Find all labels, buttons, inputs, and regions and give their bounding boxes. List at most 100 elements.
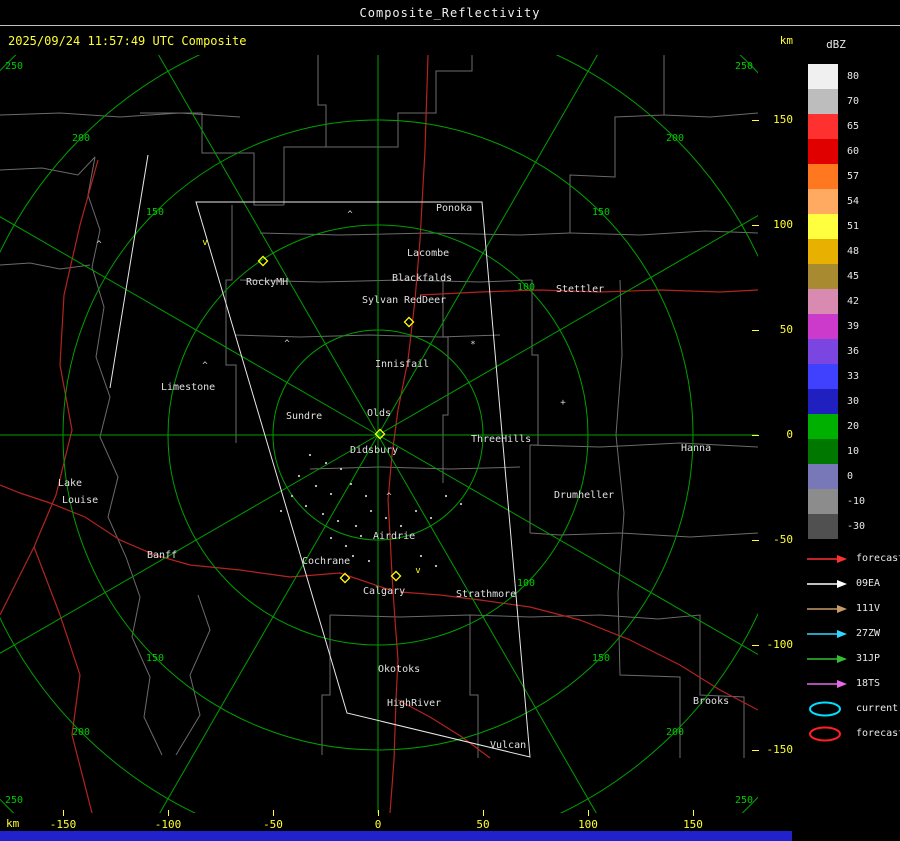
dbz-level-row: 60	[808, 139, 865, 164]
legend-item: 09EA	[806, 571, 900, 596]
city-label: Sylvan	[362, 295, 398, 306]
dbz-color-swatch	[808, 139, 838, 164]
right-axis-tick-label: 0	[786, 428, 793, 441]
dbz-level-row: 36	[808, 339, 865, 364]
dbz-level-row: 54	[808, 189, 865, 214]
radar-map[interactable]: 150 200 250 100 150 200 250 150 200 250 100 150 200 2…	[0, 55, 758, 813]
dbz-level-row: 30	[808, 389, 865, 414]
city-label: Brooks	[693, 696, 729, 707]
city-label: Strathmore	[456, 589, 516, 600]
highway-line	[33, 546, 93, 813]
dbz-value-label: 48	[847, 246, 860, 257]
bottom-axis-tick-label: -150	[49, 818, 77, 831]
county-boundary-line	[140, 112, 284, 206]
status-bar[interactable]	[0, 831, 792, 841]
echo-dot	[351, 554, 355, 558]
legend-arrow-icon	[807, 604, 847, 613]
echo-dot	[367, 559, 371, 563]
dbz-value-label: 70	[847, 96, 860, 107]
product-timestamp: 2025/09/24 11:57:49 UTC Composite	[8, 34, 247, 48]
azimuth-spoke	[0, 216, 379, 436]
county-boundary-line	[321, 615, 331, 755]
echo-dot	[354, 524, 358, 528]
legend-item-label: 27ZW	[856, 628, 881, 639]
dbz-value-label: 54	[847, 196, 860, 207]
dbz-level-row: 33	[808, 364, 865, 389]
city-label: Didsbury	[350, 445, 398, 456]
legend-item: 111V	[806, 596, 900, 621]
dbz-level-row: 57	[808, 164, 865, 189]
map-symbol: *	[470, 340, 475, 350]
echo-dot	[349, 482, 353, 486]
map-symbol: ^	[347, 210, 353, 220]
dbz-level-row: 10	[808, 439, 865, 464]
county-boundary-line	[529, 532, 758, 538]
window-titlebar[interactable]: Composite_Reflectivity	[0, 0, 900, 26]
dbz-color-swatch	[808, 164, 838, 189]
county-boundary-line	[569, 55, 665, 233]
legend-arrow-icon	[807, 554, 847, 563]
dbz-scale-title: dBZ	[826, 38, 846, 51]
county-boundary-line	[225, 205, 237, 443]
echo-dot	[434, 564, 438, 568]
dbz-color-swatch	[808, 439, 838, 464]
city-label: Drumheller	[554, 490, 614, 501]
city-label: Airdrie	[373, 531, 415, 542]
county-boundary-line	[0, 112, 241, 118]
city-label: Limestone	[161, 382, 215, 393]
map-symbol: ^	[96, 240, 102, 250]
dbz-level-row: 20	[808, 414, 865, 439]
dbz-level-row: 51	[808, 214, 865, 239]
dbz-color-swatch	[808, 114, 838, 139]
county-boundary-line	[259, 232, 571, 236]
dbz-value-label: 30	[847, 396, 860, 407]
echo-dot	[314, 484, 318, 488]
dbz-value-label: 10	[847, 446, 860, 457]
bottom-axis-tick-label: 0	[374, 818, 382, 831]
legend-arrow-icon	[807, 654, 847, 663]
echo-dot	[414, 509, 418, 513]
azimuth-spoke	[158, 55, 379, 436]
map-symbol: +	[560, 398, 566, 408]
dbz-level-row: 48	[808, 239, 865, 264]
bottom-axis-unit: km	[6, 817, 20, 830]
echo-dot	[444, 494, 448, 498]
county-boundary-line	[329, 614, 531, 618]
city-label: Ponoka	[436, 203, 472, 214]
county-boundary-line	[0, 156, 96, 176]
echo-dot	[329, 536, 333, 540]
legend-item-label: 31JP	[856, 653, 881, 664]
legend-item-label: 111V	[856, 603, 881, 614]
dbz-level-row: -30	[808, 514, 865, 539]
dbz-value-label: 45	[847, 271, 860, 282]
echo-dot	[324, 461, 328, 465]
dbz-value-label: 60	[847, 146, 860, 157]
dbz-color-swatch	[808, 264, 838, 289]
azimuth-spoke	[159, 434, 379, 813]
dbz-value-label: 42	[847, 296, 860, 307]
dbz-color-swatch	[808, 489, 838, 514]
dbz-color-swatch	[808, 64, 838, 89]
range-ring-label: 200	[72, 133, 90, 144]
map-symbol: v	[202, 238, 207, 248]
map-symbol: ^	[284, 339, 290, 349]
dbz-color-swatch	[808, 414, 838, 439]
echo-dot	[297, 474, 301, 478]
bottom-axis-tick-label: 150	[683, 818, 703, 831]
bottom-axis-tick-label: 100	[578, 818, 598, 831]
city-label: Vulcan	[490, 740, 526, 751]
county-boundary-line	[175, 594, 211, 756]
county-boundary-line	[469, 615, 479, 758]
city-label: Louise	[62, 495, 98, 506]
dbz-color-swatch	[808, 214, 838, 239]
dbz-value-label: -30	[847, 521, 866, 532]
range-ring-label: 150	[146, 207, 164, 218]
city-label: Lake	[58, 478, 82, 489]
county-boundary-line	[442, 280, 449, 483]
map-symbol: ^	[386, 492, 392, 502]
city-label: Okotoks	[378, 664, 420, 675]
range-ring-label: 250	[735, 795, 753, 806]
highway-line	[399, 591, 758, 711]
echo-dot	[399, 524, 403, 528]
echo-dot	[304, 504, 308, 508]
